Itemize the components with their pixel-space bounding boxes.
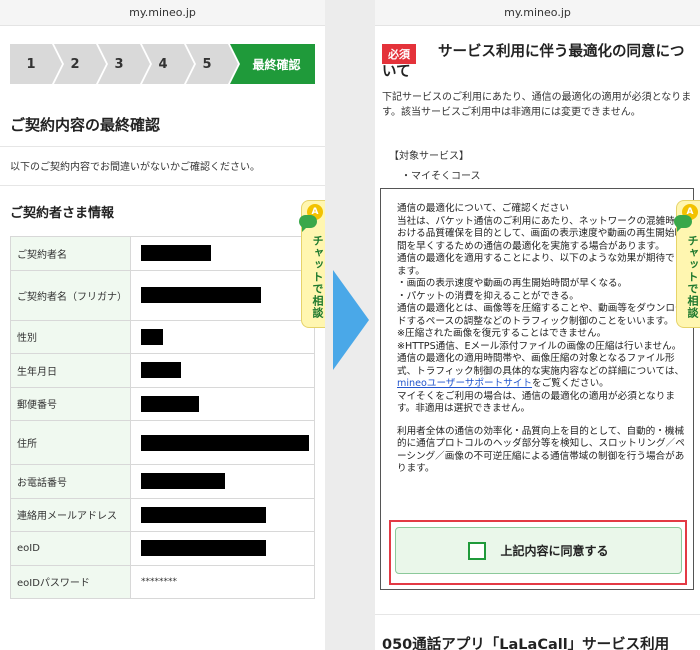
field-value <box>130 236 315 271</box>
table-row: 住所 <box>10 420 315 465</box>
redacted-value <box>141 506 266 523</box>
notice-paragraph: 当社は、パケット通信のご利用にあたり、ネットワークの混雑時における品質確保を目的… <box>397 215 685 252</box>
notice-bullet: ・画面の表示速度や動画の再生開始時間が早くなる。 <box>397 278 628 289</box>
table-row: 連絡用メールアドレス <box>10 497 315 532</box>
notice-paragraph: マイそくをご利用の場合は、通信の最適化の適用が必須となります。非適用は選択できま… <box>397 390 675 415</box>
service-item: ・マイそくコース <box>401 171 481 182</box>
checkbox-icon[interactable] <box>468 541 487 560</box>
chat-bubble-icon <box>674 215 692 232</box>
field-label: 性別 <box>10 319 131 354</box>
divider <box>375 614 700 615</box>
required-badge: 必須 <box>382 44 416 64</box>
table-row: お電話番号 <box>10 464 315 499</box>
field-value <box>130 386 315 421</box>
notice-paragraph: 通信の最適化とは、画像等を圧縮することや、動画等をダウンロードするペースの調整な… <box>397 303 685 327</box>
notice-text: 通信の最適化について、ご確認ください 当社は、パケット通信のご利用にあたり、ネッ… <box>397 203 687 476</box>
notice-note: ※HTTPS通信、Eメール添付ファイルの画像の圧縮は行いません。 <box>397 340 682 352</box>
field-value: ******** <box>130 564 315 599</box>
contract-info-table: ご契約者名 ご契約者名（フリガナ） 性別 生年月日 郵便番号 住所 お電話番号 連絡用メールア… <box>10 236 315 599</box>
agree-label: 上記内容に同意する <box>500 544 609 558</box>
field-value <box>130 319 315 354</box>
consent-description: 下記サービスのご利用にあたり、通信の最適化の適用が必須となります。該当サービスご… <box>382 92 692 118</box>
table-row: 性別 <box>10 319 315 354</box>
table-row: eoIDパスワード ******** <box>10 564 315 599</box>
table-row: eoID <box>10 531 315 566</box>
redacted-value <box>141 473 225 490</box>
field-value <box>130 464 315 499</box>
field-label: 連絡用メールアドレス <box>10 497 131 532</box>
redacted-value <box>141 245 211 262</box>
field-label: 郵便番号 <box>10 386 131 421</box>
url-bar[interactable]: my.mineo.jp <box>375 0 700 26</box>
notice-note: ※圧縮された画像を復元することはできません。 <box>397 328 607 339</box>
field-value <box>130 420 315 465</box>
field-value <box>130 353 315 388</box>
support-site-link[interactable]: mineoユーザーサポートサイト <box>397 378 532 389</box>
url-bar[interactable]: my.mineo.jp <box>0 0 325 26</box>
chat-bubble-icon <box>299 215 317 232</box>
left-screen: my.mineo.jp 1 2 3 4 5 最終確認 ご契約内容の最終確認 以下… <box>0 0 325 650</box>
masked-password: ******** <box>141 577 177 588</box>
field-label: ご契約者名（フリガナ） <box>10 269 131 321</box>
field-label: 住所 <box>10 420 131 465</box>
notice-paragraph: 利用者全体の通信の効率化・品質向上を目的として、自動的・機械的に通信プロトコルの… <box>397 425 685 475</box>
field-value <box>130 531 315 566</box>
consent-title: サービス利用に伴う最適化の同意について <box>382 44 685 80</box>
field-value <box>130 497 315 532</box>
field-label: eoIDパスワード <box>10 564 131 599</box>
field-label: eoID <box>10 531 131 566</box>
right-arrow-icon <box>333 270 369 370</box>
notice-paragraph: 通信の最適化を適用することにより、以下のような効果が期待できます。 <box>397 253 685 277</box>
divider <box>0 185 325 186</box>
table-row: 郵便番号 <box>10 386 315 421</box>
table-row: ご契約者名 <box>10 236 315 271</box>
redacted-value <box>141 328 163 345</box>
redacted-value <box>141 287 261 303</box>
next-section-title: 050通話アプリ「LaLaCall」サービス利用 <box>382 637 670 650</box>
field-label: お電話番号 <box>10 464 131 499</box>
field-label: ご契約者名 <box>10 236 131 271</box>
field-value <box>130 269 315 321</box>
redacted-value <box>141 434 309 451</box>
step-1: 1 <box>10 44 64 84</box>
redacted-value <box>141 362 181 379</box>
section-title: ご契約者さま情報 <box>10 206 115 221</box>
services-label: 【対象サービス】 <box>389 151 469 162</box>
step-final: 最終確認 <box>230 44 315 84</box>
field-label: 生年月日 <box>10 353 131 388</box>
divider <box>0 146 325 147</box>
page-title: ご契約内容の最終確認 <box>10 116 161 134</box>
redacted-value <box>141 395 199 412</box>
notice-bullet: ・パケットの消費を抑えることができる。 <box>397 290 579 302</box>
notice-paragraph: 通信の最適化の適用時間帯や、画像圧縮の対象となるファイル形式、トラフィック制御の… <box>397 353 685 389</box>
agree-checkbox-button[interactable]: 上記内容に同意する <box>395 527 682 574</box>
page-subtitle: 以下のご契約内容でお間違いがないかご確認ください。 <box>10 162 260 173</box>
notice-heading: 通信の最適化について、ご確認ください <box>397 203 569 214</box>
redacted-value <box>141 540 266 557</box>
step-progress: 1 2 3 4 5 最終確認 <box>10 44 315 84</box>
table-row: 生年月日 <box>10 353 315 388</box>
table-row: ご契約者名（フリガナ） <box>10 269 315 321</box>
